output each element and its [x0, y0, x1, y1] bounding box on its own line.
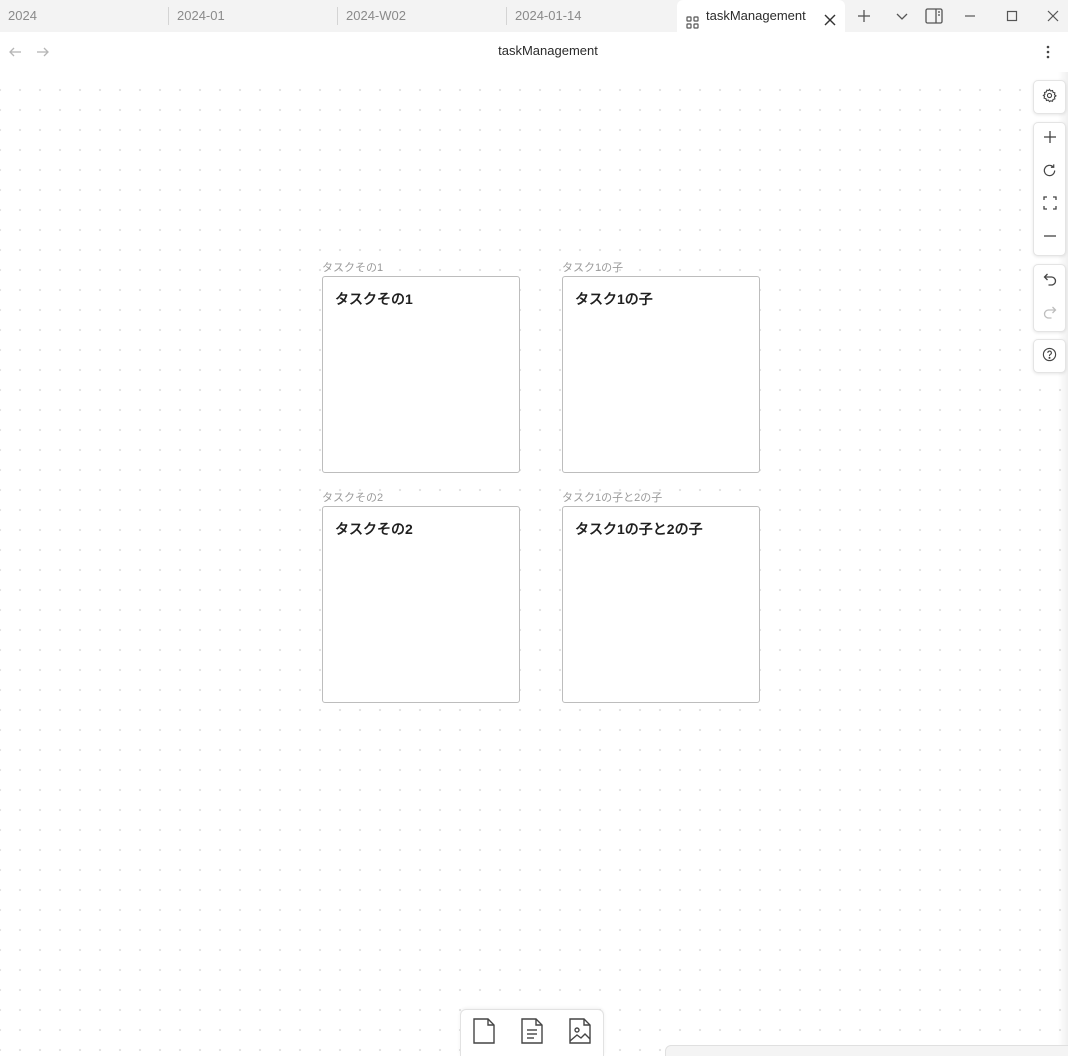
- sidebar-toggle-icon[interactable]: [924, 6, 944, 26]
- new-tab-plus-icon[interactable]: [854, 6, 874, 26]
- card-title: タスク1の子と2の子: [575, 521, 703, 537]
- card-label: タスクその2: [322, 492, 384, 504]
- zoom-in-button[interactable]: [1034, 123, 1065, 156]
- canvas-card[interactable]: タスク1の子と2の子: [562, 506, 760, 703]
- undo-icon: [1043, 272, 1057, 291]
- card-title: タスク1の子: [575, 291, 653, 307]
- close-icon[interactable]: [822, 8, 838, 26]
- tab-label: 2024-01-14: [515, 8, 582, 23]
- minimize-icon[interactable]: [960, 6, 980, 26]
- tab-label: 2024-01: [177, 8, 225, 23]
- app-window: 2024 2024-01 2024-W02 2024-01-14 taskMan…: [0, 0, 1068, 1056]
- add-media-button[interactable]: [565, 1017, 595, 1050]
- tab-label: taskManagement: [706, 8, 806, 23]
- window-close-icon[interactable]: [1043, 6, 1063, 26]
- tab-2024[interactable]: 2024: [0, 0, 168, 32]
- help-icon: [1042, 347, 1057, 367]
- canvas-bottom-toolbar: [460, 1009, 604, 1056]
- card-title: タスクその2: [335, 521, 413, 537]
- plus-icon: [1043, 130, 1057, 149]
- card-label: タスク1の子: [562, 262, 624, 274]
- zoom-control-group: [1033, 122, 1066, 256]
- note-file-icon: [519, 1017, 545, 1050]
- tab-2024-w02[interactable]: 2024-W02: [338, 0, 506, 32]
- zoom-out-button[interactable]: [1034, 222, 1065, 255]
- redo-icon: [1043, 305, 1057, 324]
- page-title: taskManagement: [498, 43, 598, 58]
- chevron-down-icon[interactable]: [892, 6, 912, 26]
- settings-control-group: [1033, 80, 1066, 114]
- add-card-button[interactable]: [469, 1017, 499, 1050]
- fit-screen-icon: [1042, 196, 1057, 215]
- canvas-card[interactable]: タスク1の子: [562, 276, 760, 473]
- card-title: タスクその1: [335, 291, 413, 307]
- undo-button[interactable]: [1034, 265, 1065, 298]
- help-control-group: [1033, 339, 1066, 373]
- card-label: タスクその1: [322, 262, 384, 274]
- media-file-icon: [567, 1017, 593, 1050]
- new-card-icon: [471, 1017, 497, 1050]
- view-header: taskManagement: [0, 32, 1068, 72]
- add-note-button[interactable]: [517, 1017, 547, 1050]
- reset-zoom-button[interactable]: [1034, 156, 1065, 189]
- maximize-icon[interactable]: [1002, 6, 1022, 26]
- redo-button[interactable]: [1034, 298, 1065, 331]
- zoom-to-fit-button[interactable]: [1034, 189, 1065, 222]
- canvas-area[interactable]: タスクその1 タスクその1 タスク1の子 タスク1の子 タスクその2 タスクその…: [0, 72, 1068, 1056]
- reset-rotate-icon: [1042, 163, 1057, 183]
- tab-2024-01-14[interactable]: 2024-01-14: [507, 0, 675, 32]
- canvas-card[interactable]: タスクその2: [322, 506, 520, 703]
- history-control-group: [1033, 264, 1066, 332]
- canvas-card[interactable]: タスクその1: [322, 276, 520, 473]
- tab-taskmanagement[interactable]: taskManagement: [677, 0, 845, 32]
- card-label: タスク1の子と2の子: [562, 492, 663, 504]
- tab-2024-01[interactable]: 2024-01: [169, 0, 337, 32]
- minus-icon: [1043, 229, 1057, 248]
- help-button[interactable]: [1034, 340, 1065, 373]
- tab-bar: 2024 2024-01 2024-W02 2024-01-14 taskMan…: [0, 0, 1068, 32]
- more-options-icon[interactable]: [1040, 43, 1056, 61]
- status-bar: [665, 1045, 1068, 1056]
- tab-label: 2024: [8, 8, 37, 23]
- gear-icon: [1042, 87, 1057, 108]
- canvas-settings-button[interactable]: [1034, 81, 1065, 114]
- tab-label: 2024-W02: [346, 8, 406, 23]
